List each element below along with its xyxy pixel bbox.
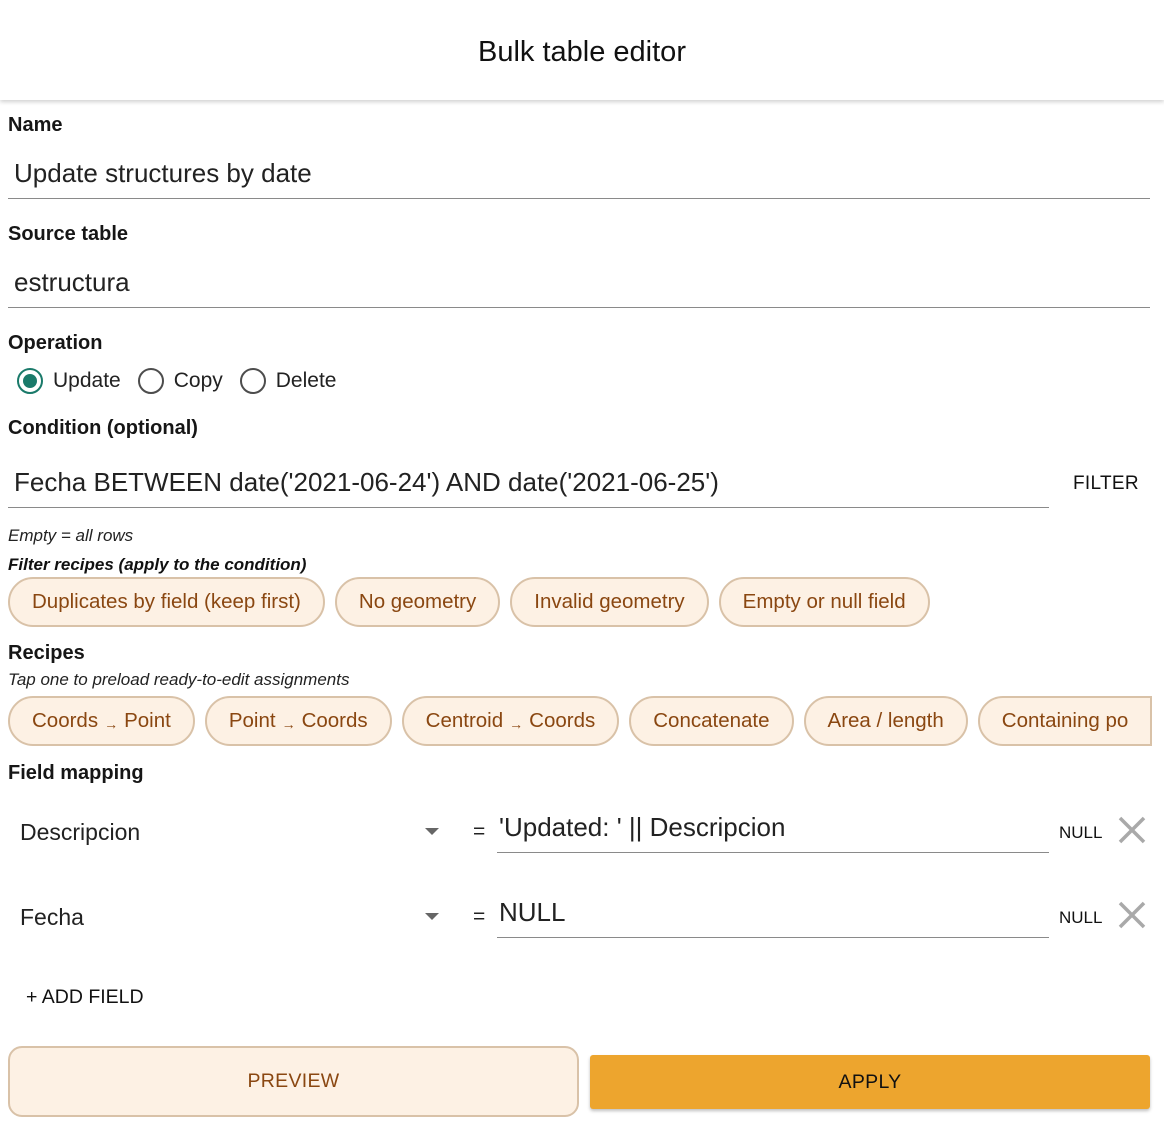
close-icon[interactable] — [1116, 899, 1148, 931]
condition-hint: Empty = all rows — [8, 526, 134, 545]
preview-button-label: PREVIEW — [247, 1070, 340, 1092]
condition-label: Condition (optional) — [8, 417, 198, 439]
recipes-hint: Tap one to preload ready-to-edit assignm… — [8, 670, 350, 689]
arrow-right-icon: → — [104, 716, 119, 732]
arrow-right-icon: → — [281, 716, 296, 732]
operation-label: Operation — [8, 332, 103, 354]
field-mapping-label: Field mapping — [8, 762, 144, 784]
equals-sign: = — [473, 820, 486, 843]
chip-point-to-coords[interactable]: Point → Coords — [204, 696, 392, 746]
chevron-down-icon — [425, 828, 439, 835]
chip-text: Area / length — [827, 709, 944, 732]
chip-text: Containing po — [1001, 709, 1129, 732]
expression-input[interactable]: 'Updated: ' || Descripcion — [497, 812, 1049, 853]
recipes-chips: Coords → Point Point → Coords Centroid → Coord… — [8, 696, 1157, 746]
chip-text: Coords — [32, 709, 99, 732]
preview-button[interactable]: PREVIEW — [8, 1046, 579, 1117]
chip-empty-or-null-field[interactable]: Empty or null field — [718, 577, 930, 627]
source-table-input[interactable]: estructura — [8, 267, 1150, 308]
chip-duplicates-by-field[interactable]: Duplicates by field (keep first) — [8, 577, 325, 627]
chip-containing-polygon[interactable]: Containing po — [977, 696, 1153, 746]
radio-update[interactable]: Update — [17, 368, 121, 394]
chip-concatenate[interactable]: Concatenate — [629, 696, 794, 746]
radio-unchecked-icon — [137, 368, 164, 394]
recipes-label: Recipes — [8, 642, 85, 664]
name-input[interactable]: Update structures by date — [8, 158, 1150, 199]
filter-button[interactable]: FILTER — [1073, 473, 1139, 495]
expression-input[interactable]: NULL — [497, 897, 1049, 938]
source-table-label: Source table — [8, 223, 129, 245]
null-button[interactable]: NULL — [1059, 908, 1102, 928]
chip-text: Point — [124, 709, 171, 732]
radio-delete-label: Delete — [275, 369, 337, 392]
radio-unchecked-icon — [239, 368, 266, 394]
filter-recipes-label: Filter recipes (apply to the condition) — [8, 555, 307, 574]
arrow-right-icon: → — [509, 716, 524, 732]
chip-text: Concatenate — [653, 709, 770, 732]
chip-no-geometry[interactable]: No geometry — [334, 577, 501, 627]
recipes-scroller[interactable]: Coords → Point Point → Coords Centroid → Coord… — [0, 696, 1157, 750]
radio-copy[interactable]: Copy — [137, 368, 223, 394]
field-select-value: Descripcion — [20, 818, 141, 845]
page-title: Bulk table editor — [478, 35, 686, 68]
filter-recipes-chips: Duplicates by field (keep first) No geom… — [8, 577, 940, 627]
app-header: Bulk table editor — [0, 0, 1164, 100]
chip-centroid-to-coords[interactable]: Centroid → Coords — [401, 696, 620, 746]
field-select-fecha[interactable]: Fecha — [20, 900, 445, 934]
chip-text: Coords — [529, 709, 596, 732]
chip-text: Centroid — [425, 709, 504, 732]
apply-button-label: APPLY — [838, 1070, 902, 1093]
operation-radio-group: Update Copy Delete — [17, 364, 353, 398]
equals-sign: = — [473, 905, 486, 928]
field-select-descripcion[interactable]: Descripcion — [20, 815, 445, 849]
close-icon[interactable] — [1116, 814, 1148, 846]
condition-input[interactable]: Fecha BETWEEN date('2021-06-24') AND dat… — [8, 467, 1049, 508]
chip-invalid-geometry[interactable]: Invalid geometry — [510, 577, 709, 627]
radio-checked-icon — [17, 368, 43, 394]
radio-update-label: Update — [53, 369, 121, 392]
apply-button[interactable]: APPLY — [590, 1055, 1150, 1109]
chip-area-length[interactable]: Area / length — [803, 696, 968, 746]
chip-coords-to-point[interactable]: Coords → Point — [8, 696, 195, 746]
chip-text: Coords — [301, 709, 368, 732]
chip-text: Point — [228, 709, 276, 732]
chevron-down-icon — [425, 913, 439, 920]
field-select-value: Fecha — [20, 903, 84, 930]
radio-delete[interactable]: Delete — [239, 368, 337, 394]
name-label: Name — [8, 114, 63, 136]
null-button[interactable]: NULL — [1059, 823, 1102, 843]
radio-copy-label: Copy — [173, 369, 223, 392]
add-field-button[interactable]: + ADD FIELD — [26, 986, 144, 1009]
